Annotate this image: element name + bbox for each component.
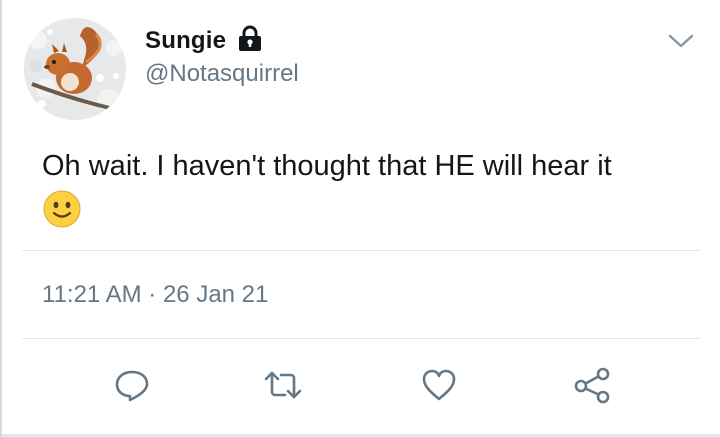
retweet-icon — [261, 365, 305, 410]
squirrel-avatar-image — [24, 18, 126, 120]
like-button[interactable] — [414, 362, 464, 412]
heart-icon — [419, 365, 459, 410]
divider — [22, 338, 700, 339]
reply-button[interactable] — [107, 362, 157, 412]
share-icon — [570, 365, 614, 410]
author-handle[interactable]: @Notasquirrel — [145, 60, 299, 88]
lock-icon — [236, 24, 264, 57]
chevron-down-icon[interactable] — [666, 30, 696, 52]
tweet-timestamp[interactable]: 11:21 AM · 26 Jan 21 — [42, 281, 268, 309]
divider — [22, 250, 700, 251]
author-name-row[interactable]: Sungie — [145, 24, 264, 58]
author-display-name[interactable]: Sungie — [145, 27, 226, 55]
slightly-smiling-face-icon — [43, 190, 81, 228]
retweet-button[interactable] — [258, 362, 308, 412]
avatar[interactable] — [24, 18, 126, 120]
comment-icon — [112, 365, 152, 410]
share-button[interactable] — [567, 362, 617, 412]
tweet-text: Oh wait. I haven't thought that HE will … — [42, 150, 612, 182]
tweet-actions-bar — [2, 362, 720, 412]
tweet-detail: Sungie @Notasquirrel Oh wait. I haven't … — [0, 0, 720, 437]
